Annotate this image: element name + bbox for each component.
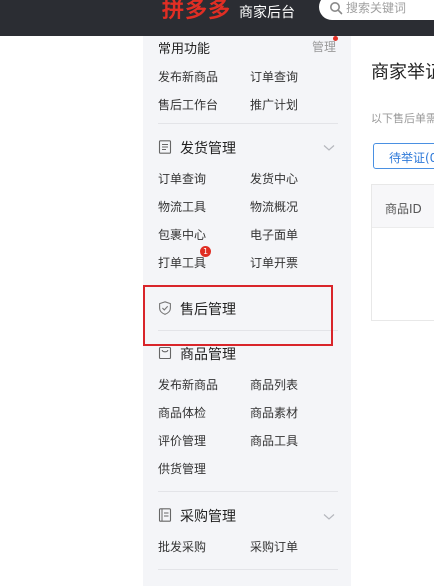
search-box[interactable] [319,0,434,20]
document-icon [158,140,172,154]
shipping-item-package-center[interactable]: 包裹中心 [158,226,206,243]
goods-item-supply[interactable]: 供货管理 [158,460,206,477]
section-shipping-header[interactable]: 发货管理 [158,138,338,158]
section-purchase-title: 采购管理 [180,509,236,525]
evidence-table: 商品ID [371,184,434,321]
common-functions-title: 常用功能 [158,42,211,57]
highlight-box [143,285,333,346]
common-item-publish[interactable]: 发布新商品 [158,68,218,85]
column-header-product-id: 商品ID [385,202,422,216]
section-shipping-title: 发货管理 [180,141,236,157]
section-goods-title: 商品管理 [180,347,236,363]
notification-dot [333,36,338,41]
purchase-item-wholesale[interactable]: 批发采购 [158,538,206,555]
shipping-item-invoice[interactable]: 订单开票 [250,254,298,271]
common-item-promotion[interactable]: 推广计划 [250,96,298,113]
section-goods-header[interactable]: 商品管理 [158,344,328,364]
goods-item-materials[interactable]: 商品素材 [250,404,298,421]
goods-item-tools[interactable]: 商品工具 [250,432,298,449]
common-item-order-query[interactable]: 订单查询 [250,68,298,85]
shipping-item-e-waybill[interactable]: 电子面单 [250,226,298,243]
page-subtitle: 以下售后单需 [371,112,434,125]
shipping-item-order-query[interactable]: 订单查询 [158,170,206,187]
purchase-item-orders[interactable]: 采购订单 [250,538,298,555]
page-margin [0,36,143,586]
shopping-bag-icon [158,346,172,360]
divider [158,569,338,570]
chevron-down-icon[interactable] [323,144,335,152]
search-input[interactable] [346,0,434,16]
divider [158,491,338,492]
common-item-aftersales-desk[interactable]: 售后工作台 [158,96,218,113]
chevron-down-icon[interactable] [323,513,335,521]
shipping-item-print-tools[interactable]: 打单工具 [158,254,206,271]
shipping-item-shipping-center[interactable]: 发货中心 [250,170,298,187]
top-bar: 拼多多 商家后台 [0,0,434,36]
logo[interactable]: 拼多多 [162,0,231,24]
divider [158,123,338,124]
purchase-list-icon [158,508,172,522]
search-icon [330,2,343,15]
shipping-item-logistics-overview[interactable]: 物流概况 [250,198,298,215]
page-title: 商家举证 [371,62,434,83]
logo-text: 商家后台 [239,5,295,21]
tab-pending-evidence[interactable]: 待举证(0) [373,143,434,169]
main-content: 商家举证 以下售后单需 待举证(0) 商品ID [351,36,434,586]
common-manage-link[interactable]: 管理 [312,38,336,55]
shipping-item-logistics-tools[interactable]: 物流工具 [158,198,206,215]
goods-item-checkup[interactable]: 商品体检 [158,404,206,421]
goods-item-list[interactable]: 商品列表 [250,376,298,393]
goods-item-reviews[interactable]: 评价管理 [158,432,206,449]
table-header: 商品ID [372,185,434,228]
goods-item-publish[interactable]: 发布新商品 [158,376,218,393]
notification-badge: 1 [200,246,211,257]
section-purchase-header[interactable]: 采购管理 [158,506,338,526]
